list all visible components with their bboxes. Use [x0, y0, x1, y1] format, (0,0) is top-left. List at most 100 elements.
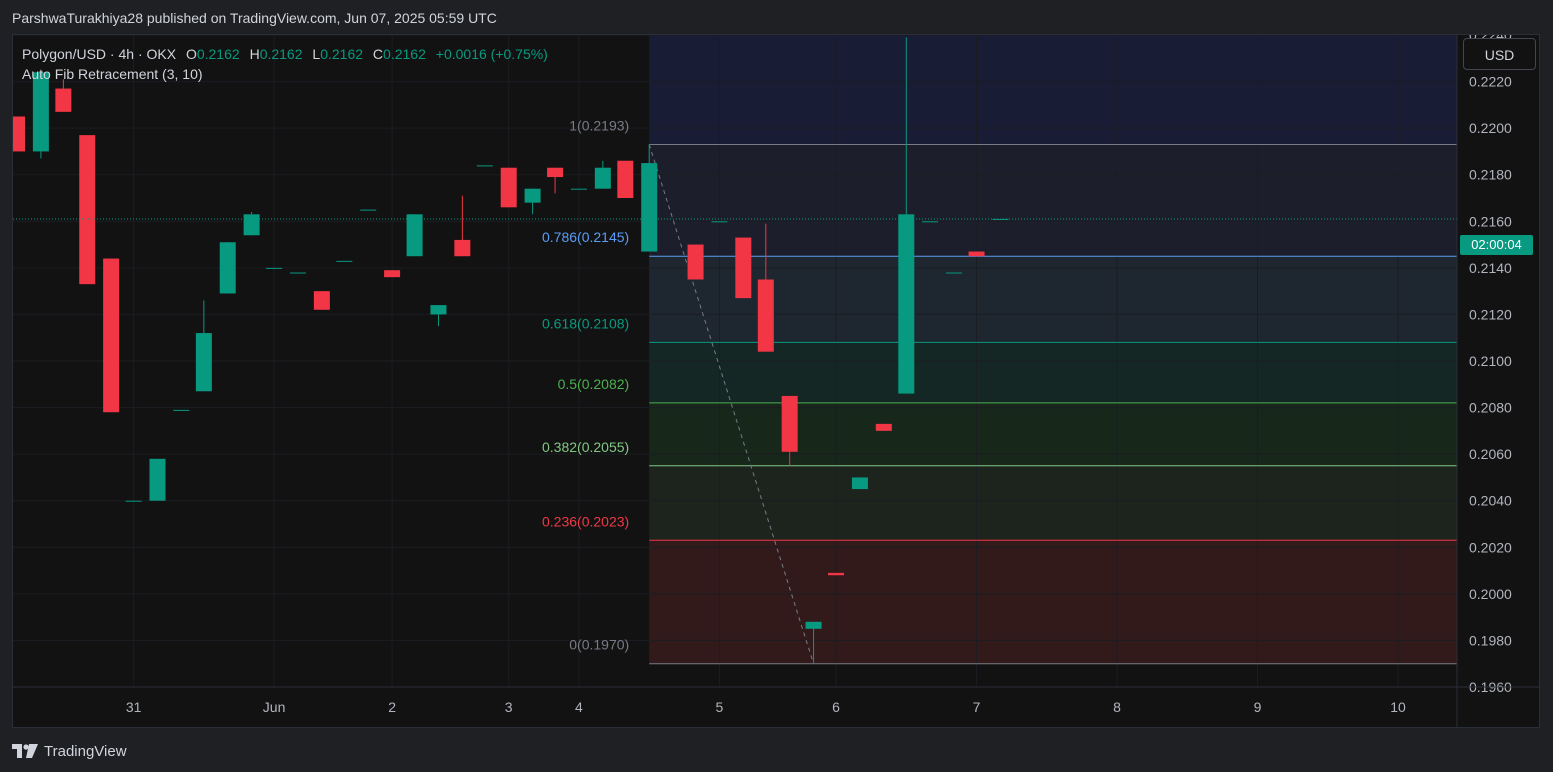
time-tick-label: Jun	[263, 699, 286, 715]
price-tick-label: 0.2180	[1469, 167, 1512, 183]
candle-body	[547, 167, 564, 178]
countdown-price-tag: 02:00:04	[1460, 235, 1533, 255]
price-tick-label: 0.2080	[1469, 400, 1512, 416]
price-tick-label: 0.2220	[1469, 74, 1512, 90]
fib-zone	[649, 402, 1457, 466]
price-tick-label: 0.2160	[1469, 213, 1512, 229]
candle-body	[336, 260, 353, 262]
candle-body	[946, 272, 963, 274]
candle-body	[32, 72, 49, 152]
low-value: 0.2162	[320, 46, 364, 62]
time-tick-label: 7	[973, 699, 981, 715]
price-tick-label: 0.2120	[1469, 306, 1512, 322]
candle-body	[430, 305, 447, 315]
candle-body	[384, 270, 401, 278]
candle-body	[266, 267, 283, 269]
footer-brand-label: TradingView	[44, 742, 127, 760]
candle-body	[173, 409, 190, 411]
time-tick-label: 3	[505, 699, 513, 715]
chart-panel[interactable]: 1(0.2193) 0.786(0.2145) 0.618(0.2108) 0.5(0…	[12, 34, 1540, 728]
fib-zone	[649, 540, 1457, 664]
candle-body	[360, 209, 377, 211]
price-tick-label: 0.2200	[1469, 120, 1512, 136]
candle-body	[875, 423, 892, 431]
candle-body	[711, 221, 728, 223]
candle-body	[805, 621, 822, 629]
time-tick-label: 9	[1254, 699, 1262, 715]
candle-body	[195, 333, 212, 392]
candle-body	[406, 214, 423, 257]
candle-body	[735, 237, 752, 299]
candle-body	[641, 163, 658, 252]
ohlc-row: Polygon/USD · 4h · OKX O0.2162 H0.2162 L…	[22, 44, 548, 64]
fib-level-labels: 1(0.2193) 0.786(0.2145) 0.618(0.2108) 0.5(0…	[542, 117, 629, 652]
close-label: C	[372, 46, 384, 62]
time-axis: 31 Jun 2 3 4 5 6 7 8 9 10	[13, 686, 1539, 715]
price-tick-label: 0.2020	[1469, 539, 1512, 555]
candle-body	[851, 477, 868, 490]
high-value: 0.2162	[259, 46, 303, 62]
fib-label-1: 1(0.2193)	[569, 117, 629, 133]
fib-label-0.5: 0.5(0.2082)	[558, 376, 630, 392]
candle-body	[103, 258, 120, 413]
time-tick-label: 5	[716, 699, 724, 715]
candle-body	[922, 221, 939, 223]
time-tick-label: 31	[126, 699, 142, 715]
price-axis: 0.19600.19800.20000.20200.20400.20600.20…	[1456, 35, 1512, 727]
indicator-label[interactable]: Auto Fib Retracement (3, 10)	[22, 64, 548, 84]
chart-legend: Polygon/USD · 4h · OKX O0.2162 H0.2162 L…	[22, 44, 548, 84]
fib-label-0.382: 0.382(0.2055)	[542, 439, 629, 455]
open-label: O	[185, 46, 197, 62]
candle-body	[687, 244, 704, 280]
time-tick-label: 8	[1113, 699, 1121, 715]
candle-body	[13, 116, 25, 152]
change-value: +0.0016 (+0.75%)	[435, 46, 548, 62]
price-tick-label: 0.2000	[1469, 586, 1512, 602]
candle-body	[828, 572, 845, 576]
fib-zone	[649, 144, 1457, 257]
candle-body	[476, 165, 493, 167]
candle-body	[968, 251, 985, 257]
candle-body	[149, 458, 166, 501]
candle-body	[500, 167, 517, 208]
candle-body	[781, 395, 798, 452]
high-label: H	[249, 46, 260, 62]
symbol-label[interactable]: Polygon/USD · 4h · OKX	[22, 46, 176, 62]
candle-body	[617, 160, 634, 198]
price-tick-label: 0.1980	[1469, 632, 1512, 648]
candle-body	[125, 500, 142, 502]
open-value: 0.2162	[196, 46, 240, 62]
candle-body	[55, 88, 72, 112]
fib-zone	[649, 465, 1457, 541]
candle-body	[524, 188, 541, 203]
candle-body	[219, 242, 236, 294]
candle-body	[313, 291, 330, 310]
fib-label-0.786: 0.786(0.2145)	[542, 229, 629, 245]
candle-body	[570, 188, 587, 190]
fib-label-0.618: 0.618(0.2108)	[542, 315, 629, 331]
candle-body	[289, 272, 306, 274]
candle-body	[243, 214, 260, 236]
time-tick-label: 10	[1390, 699, 1406, 715]
candle-body	[898, 214, 915, 394]
candlestick-chart[interactable]: 1(0.2193) 0.786(0.2145) 0.618(0.2108) 0.5(0…	[13, 35, 1539, 727]
price-tick-label: 0.2040	[1469, 493, 1512, 509]
publisher-line: ParshwaTurakhiya28 published on TradingV…	[12, 10, 497, 26]
currency-button[interactable]: USD	[1463, 38, 1536, 70]
publisher-bar: ParshwaTurakhiya28 published on TradingV…	[0, 0, 1553, 36]
candle-body	[454, 239, 471, 257]
candle-body	[757, 279, 774, 352]
time-tick-label: 4	[575, 699, 583, 715]
price-tick-label: 0.2100	[1469, 353, 1512, 369]
close-value: 0.2162	[383, 46, 426, 62]
price-tick-label: 0.2060	[1469, 446, 1512, 462]
candle-body	[79, 135, 96, 285]
fib-label-0: 0(0.1970)	[569, 637, 629, 653]
candle-body	[594, 167, 611, 189]
footer-brand: TradingView	[12, 740, 127, 762]
price-tick-label: 0.2140	[1469, 260, 1512, 276]
time-tick-label: 6	[832, 699, 840, 715]
time-tick-label: 2	[388, 699, 396, 715]
tradingview-logo-icon	[12, 744, 38, 758]
fib-label-0.236: 0.236(0.2023)	[542, 513, 629, 529]
